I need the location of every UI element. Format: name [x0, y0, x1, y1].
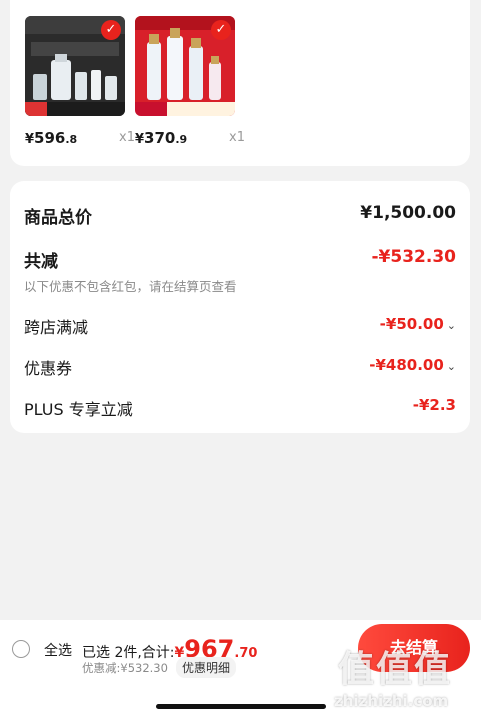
home-indicator [156, 704, 326, 709]
product-image[interactable]: ✓ [25, 16, 125, 116]
discount-label: 优惠券 [24, 359, 73, 378]
total-value: ¥1,500.00 [360, 203, 456, 223]
checkout-button[interactable]: 去结算 [358, 624, 470, 672]
discount-detail-button[interactable]: 优惠明细 [176, 657, 237, 678]
reduce-label: 共减 [24, 252, 58, 272]
total-label: 商品总价 [24, 208, 92, 228]
product-price: ¥596.8 [25, 129, 78, 147]
product-quantity: x1 [229, 130, 245, 145]
chevron-down-icon[interactable]: ⌄ [447, 360, 456, 373]
total-decimal: .70 [234, 646, 258, 661]
chevron-down-icon[interactable]: ⌄ [447, 319, 456, 332]
check-icon[interactable]: ✓ [211, 20, 231, 40]
discount-summary: 优惠减:¥532.30 [82, 661, 168, 675]
price-row: ¥370.9 x1 [135, 128, 245, 150]
product-item[interactable]: ✓ ¥370.9 x1 [135, 16, 245, 147]
discount-label: 跨店满减 [24, 318, 89, 337]
select-all-label[interactable]: 全选 [44, 640, 72, 660]
product-price: ¥370.9 [135, 129, 188, 147]
product-quantity: x1 [119, 130, 135, 145]
select-all-radio[interactable] [12, 640, 30, 658]
discount-value[interactable]: -¥50.00 ⌄ [380, 314, 456, 333]
reduce-value: -¥532.30 [371, 247, 457, 267]
discount-value[interactable]: -¥480.00 ⌄ [369, 355, 456, 374]
price-summary-card: 商品总价 ¥1,500.00 共减 -¥532.30 以下优惠不包含红包，请在结… [10, 181, 470, 433]
product-item[interactable]: ✓ ¥596.8 x1 [25, 16, 135, 147]
selected-count-text: 已选 2件,合计: [82, 645, 175, 661]
price-row: ¥596.8 x1 [25, 128, 135, 150]
product-image[interactable]: ✓ [135, 16, 235, 116]
discount-hint: 以下优惠不包含红包，请在结算页查看 [24, 279, 237, 294]
check-icon[interactable]: ✓ [101, 20, 121, 40]
discount-label: PLUS 专享立减 [24, 400, 133, 419]
discount-value: -¥2.3 [412, 396, 456, 414]
product-card: ✓ ¥596.8 x1 ✓ ¥370.9 x1 [10, 0, 470, 166]
